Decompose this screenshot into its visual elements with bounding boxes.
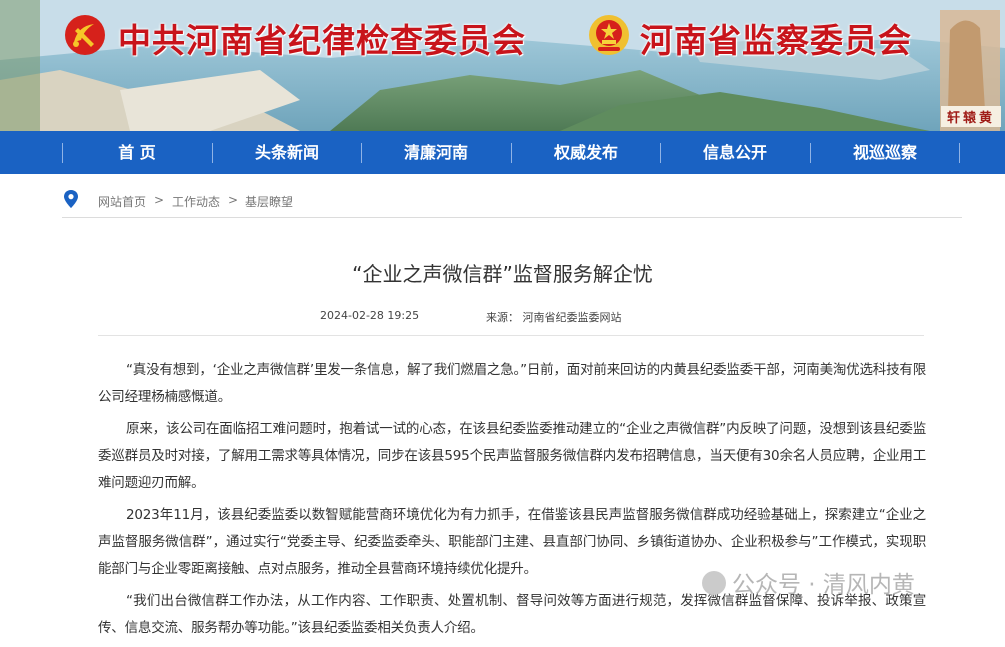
breadcrumb-grassroots-link[interactable]: 基层瞭望	[245, 195, 293, 209]
article-paragraph: 原来，该公司在面临招工难问题时，抱着试一试的心态，在该县纪委监委推动建立的“企业…	[98, 421, 926, 491]
meta-divider	[98, 335, 924, 336]
nav-item-inspection[interactable]: 视巡巡察	[810, 131, 960, 174]
article-body: “真没有想到，‘企业之声微信群’里发一条信息，解了我们燃眉之急。”日前，面对前来…	[98, 357, 926, 647]
breadcrumb-separator: >	[154, 193, 165, 207]
banner-corner-seal: 轩辕黄	[940, 106, 1001, 127]
article-title: “企业之声微信群”监督服务解企忧	[352, 262, 653, 286]
main-nav: 首 页 头条新闻 清廉河南 权威发布 信息公开 视巡巡察	[0, 131, 1005, 174]
article-paragraph: “真没有想到，‘企业之声微信群’里发一条信息，解了我们燃眉之急。”日前，面对前来…	[98, 362, 926, 405]
discipline-commission-title: 中共河南省纪律检查委员会	[118, 21, 526, 60]
nav-item-home[interactable]: 首 页	[62, 131, 212, 174]
header-banner: 中共河南省纪律检查委员会 河南省监察委员会 轩辕黄	[0, 0, 1005, 131]
breadcrumb: 网站首页 > 工作动态 > 基层瞭望	[62, 189, 962, 218]
nav-item-clean-henan[interactable]: 清廉河南	[361, 131, 511, 174]
watermark-text: 公众号 · 清风内黄	[732, 572, 915, 598]
nav-item-info-disclosure[interactable]: 信息公开	[660, 131, 810, 174]
breadcrumb-home-link[interactable]: 网站首页	[98, 195, 146, 209]
article-date: 2024-02-28 19:25	[320, 309, 420, 322]
breadcrumb-work-news-link[interactable]: 工作动态	[172, 195, 220, 209]
article-source: 来源： 河南省纪委监委网站	[486, 311, 622, 324]
nav-item-releases[interactable]: 权威发布	[511, 131, 661, 174]
nav-item-headlines[interactable]: 头条新闻	[212, 131, 362, 174]
party-emblem-icon	[65, 15, 105, 55]
nav-separator	[959, 143, 960, 163]
wechat-watermark: 公众号 · 清风内黄	[702, 565, 915, 599]
wechat-icon	[702, 571, 726, 595]
breadcrumb-separator: >	[228, 193, 239, 207]
supervision-commission-title: 河南省监察委员会	[640, 21, 912, 60]
national-emblem-icon	[589, 15, 629, 55]
location-pin-icon	[64, 190, 78, 208]
